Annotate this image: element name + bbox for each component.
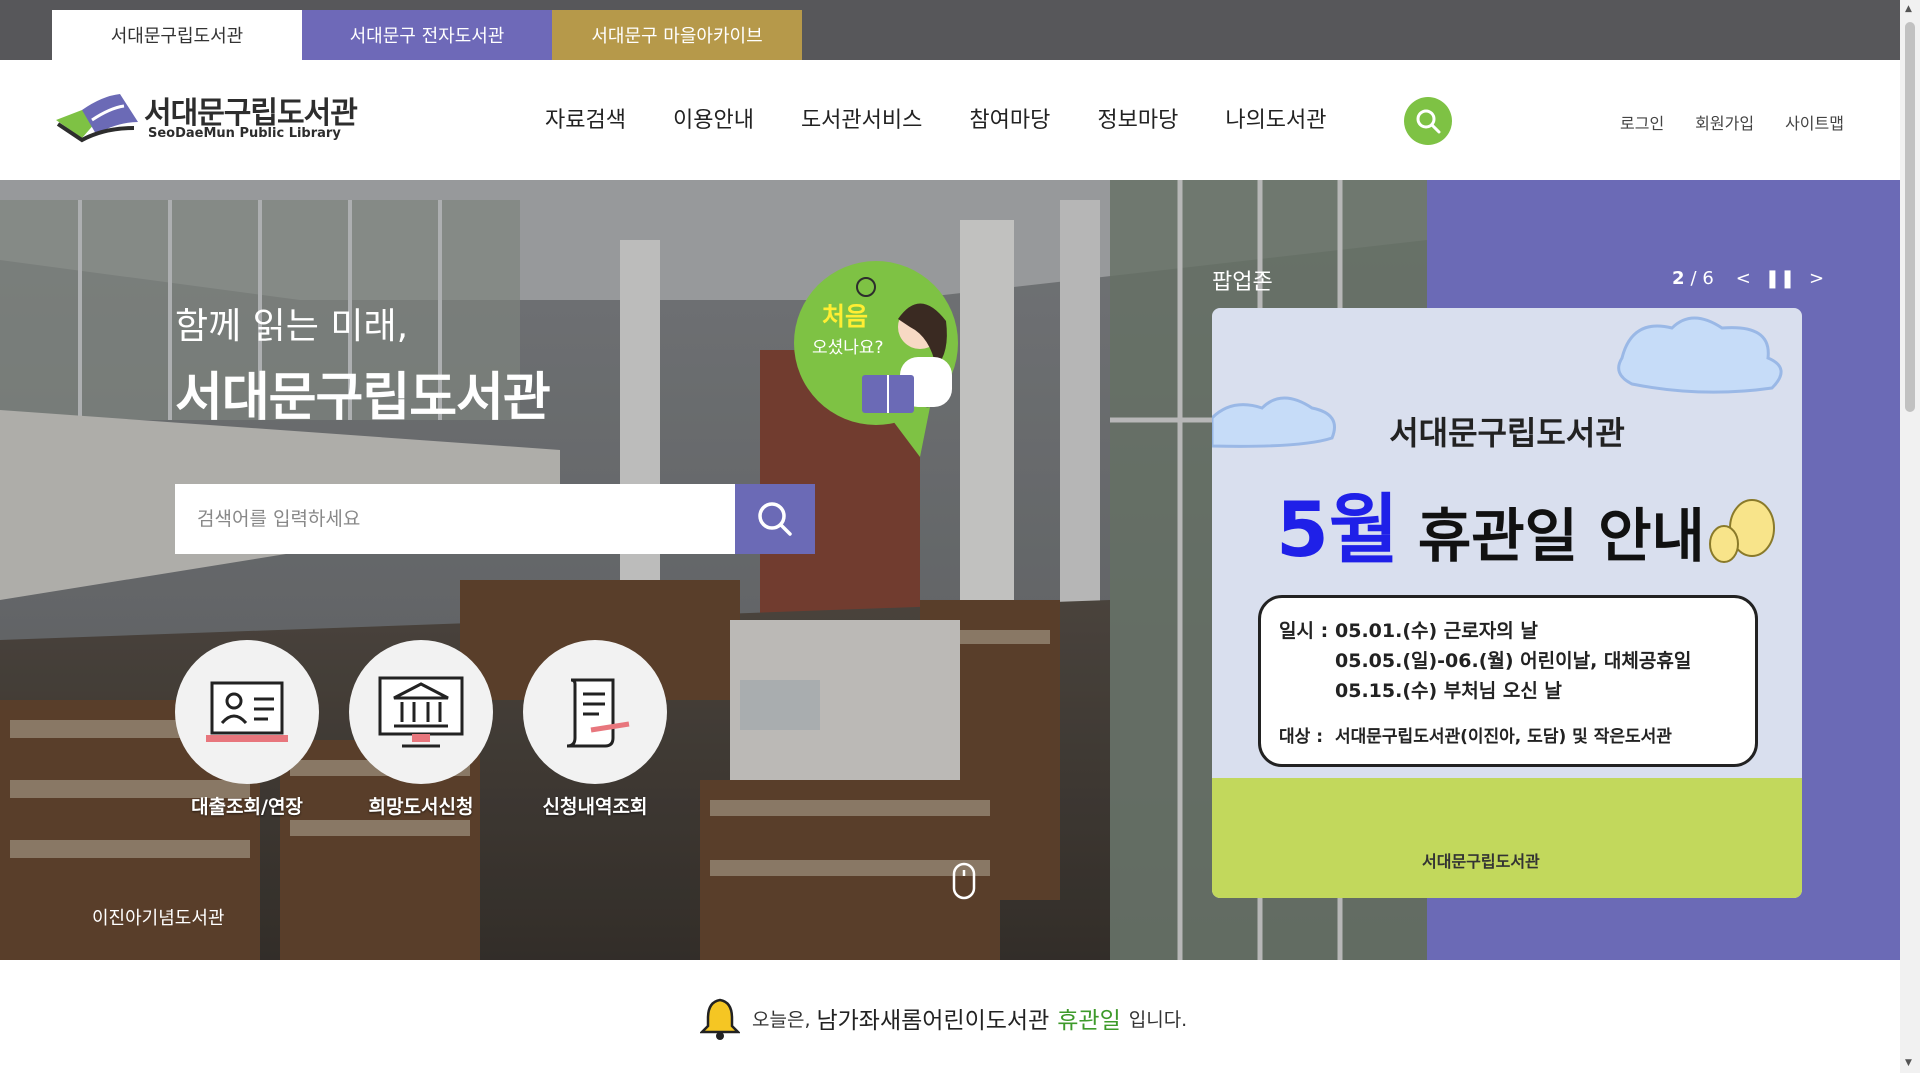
scroll-down-arrow-icon[interactable]: ▼ bbox=[1905, 1058, 1912, 1068]
pager-current: 2 bbox=[1672, 268, 1685, 289]
main-search-form bbox=[175, 484, 815, 554]
scroll-up-arrow-icon[interactable]: ▲ bbox=[1905, 4, 1912, 14]
id-card-icon bbox=[206, 681, 288, 742]
notice-suffix: 입니다. bbox=[1128, 1008, 1188, 1031]
tab-main-library[interactable]: 서대문구립도서관 bbox=[52, 10, 302, 60]
nav-item-search[interactable]: 자료검색 bbox=[545, 102, 626, 134]
banner-info-box: 일시 : 05.01.(수) 근로자의 날 05.05.(일)-06.(월) 어… bbox=[1258, 595, 1758, 767]
banner-date-label: 일시 : bbox=[1279, 620, 1329, 642]
first-visit-badge[interactable]: 처음 오셨나요? bbox=[790, 257, 970, 457]
banner-logo: 서대문구립도서관 bbox=[1422, 852, 1540, 871]
header-search-button[interactable] bbox=[1404, 97, 1452, 145]
utility-menu: 로그인 회원가입 사이트맵 bbox=[1620, 110, 1875, 134]
pager-total: / 6 bbox=[1690, 268, 1714, 289]
first-visit-title: 처음 bbox=[822, 302, 869, 331]
notice-prefix: 오늘은, bbox=[752, 1008, 811, 1031]
banner-target: 서대문구립도서관(이진아, 도담) 및 작은도서관 bbox=[1335, 727, 1672, 747]
banner-date-1: 05.01.(수) 근로자의 날 bbox=[1335, 620, 1538, 642]
tab-village-archive[interactable]: 서대문구 마을아카이브 bbox=[552, 10, 802, 60]
popup-zone-title: 팝업존 bbox=[1212, 270, 1273, 295]
quick-book-request[interactable]: 희망도서신청 bbox=[349, 640, 493, 819]
header: 서대문구립도서관 SeoDaeMun Public Library 자료검색 이… bbox=[0, 60, 1900, 180]
banner-library-name: 서대문구립도서관 bbox=[1389, 414, 1625, 452]
banner-date-3: 05.15.(수) 부처님 오신 날 bbox=[1335, 680, 1562, 702]
next-arrow-icon[interactable]: > bbox=[1809, 268, 1824, 289]
document-pen-icon bbox=[566, 678, 630, 748]
scrollbar-thumb[interactable] bbox=[1905, 22, 1915, 412]
quick-book-request-label: 희망도서신청 bbox=[368, 796, 474, 818]
library-building-icon bbox=[378, 676, 464, 748]
quick-request-history-label: 신청내역조회 bbox=[542, 796, 648, 818]
login-link[interactable]: 로그인 bbox=[1620, 110, 1664, 134]
banner-ground bbox=[1212, 778, 1802, 898]
nav-item-guide[interactable]: 이용안내 bbox=[673, 102, 754, 134]
quick-request-history-circle bbox=[523, 640, 667, 784]
site-logo[interactable]: 서대문구립도서관 SeoDaeMun Public Library bbox=[52, 86, 382, 146]
hero-title: 서대문구립도서관 bbox=[175, 368, 551, 428]
hero-section: 함께 읽는 미래, 서대문구립도서관 처음 오셨나요? bbox=[0, 180, 1900, 960]
quick-request-history[interactable]: 신청내역조회 bbox=[523, 640, 667, 819]
sitemap-link[interactable]: 사이트맵 bbox=[1785, 110, 1844, 134]
banner-month: 5월 bbox=[1276, 485, 1399, 574]
notice-status: 휴관일 bbox=[1057, 1008, 1121, 1034]
main-navigation: 자료검색 이용안내 도서관서비스 참여마당 정보마당 나의도서관 bbox=[545, 102, 1374, 134]
quick-loan-check-circle bbox=[175, 640, 319, 784]
signup-link[interactable]: 회원가입 bbox=[1695, 110, 1754, 134]
hero-tagline: 함께 읽는 미래, bbox=[175, 306, 409, 347]
pause-icon[interactable]: ❚❚ bbox=[1765, 268, 1795, 289]
popup-pager: 2 / 6 < ❚❚ > bbox=[1672, 268, 1824, 289]
logo-book-icon bbox=[56, 94, 138, 143]
quick-book-request-circle bbox=[349, 640, 493, 784]
search-icon bbox=[1416, 109, 1441, 134]
popup-banner[interactable]: 서대문구립도서관 5월 휴관일 안내 일시 : 05.01.(수) 근로자의 날… bbox=[1212, 308, 1802, 898]
prev-arrow-icon[interactable]: < bbox=[1736, 268, 1751, 289]
nav-item-information[interactable]: 정보마당 bbox=[1097, 102, 1178, 134]
quick-loan-check-label: 대출조회/연장 bbox=[191, 796, 303, 818]
search-input[interactable] bbox=[175, 484, 735, 554]
tab-ebook-library[interactable]: 서대문구 전자도서관 bbox=[302, 10, 552, 60]
notice-library: 남가좌새롬어린이도서관 bbox=[816, 1008, 1050, 1034]
banner-date-2: 05.05.(일)-06.(월) 어린이날, 대체공휴일 bbox=[1335, 650, 1692, 672]
site-family-bar: 서대문구립도서관 서대문구 전자도서관 서대문구 마을아카이브 bbox=[0, 0, 1900, 60]
banner-title: 휴관일 안내 bbox=[1417, 502, 1705, 570]
closed-day-notice: 오늘은, 남가좌새롬어린이도서관 휴관일 입니다. bbox=[700, 996, 1187, 1040]
logo-english-name: SeoDaeMun Public Library bbox=[148, 126, 341, 141]
nav-item-services[interactable]: 도서관서비스 bbox=[801, 102, 922, 134]
nav-item-participation[interactable]: 참여마당 bbox=[969, 102, 1050, 134]
bell-icon bbox=[700, 998, 740, 1040]
page-scrollbar[interactable]: ▲ ▼ bbox=[1900, 0, 1920, 1073]
first-visit-subtitle: 오셨나요? bbox=[812, 338, 884, 358]
quick-loan-check[interactable]: 대출조회/연장 bbox=[175, 640, 319, 819]
mouse-scroll-icon bbox=[952, 862, 976, 900]
banner-target-label: 대상 : bbox=[1279, 727, 1323, 747]
photo-location-caption: 이진아기념도서관 bbox=[92, 908, 225, 929]
banner-headline: 5월 휴관일 안내 bbox=[1276, 468, 1705, 578]
search-icon bbox=[758, 502, 792, 536]
nav-item-my-library[interactable]: 나의도서관 bbox=[1225, 102, 1326, 134]
search-button[interactable] bbox=[735, 484, 815, 554]
